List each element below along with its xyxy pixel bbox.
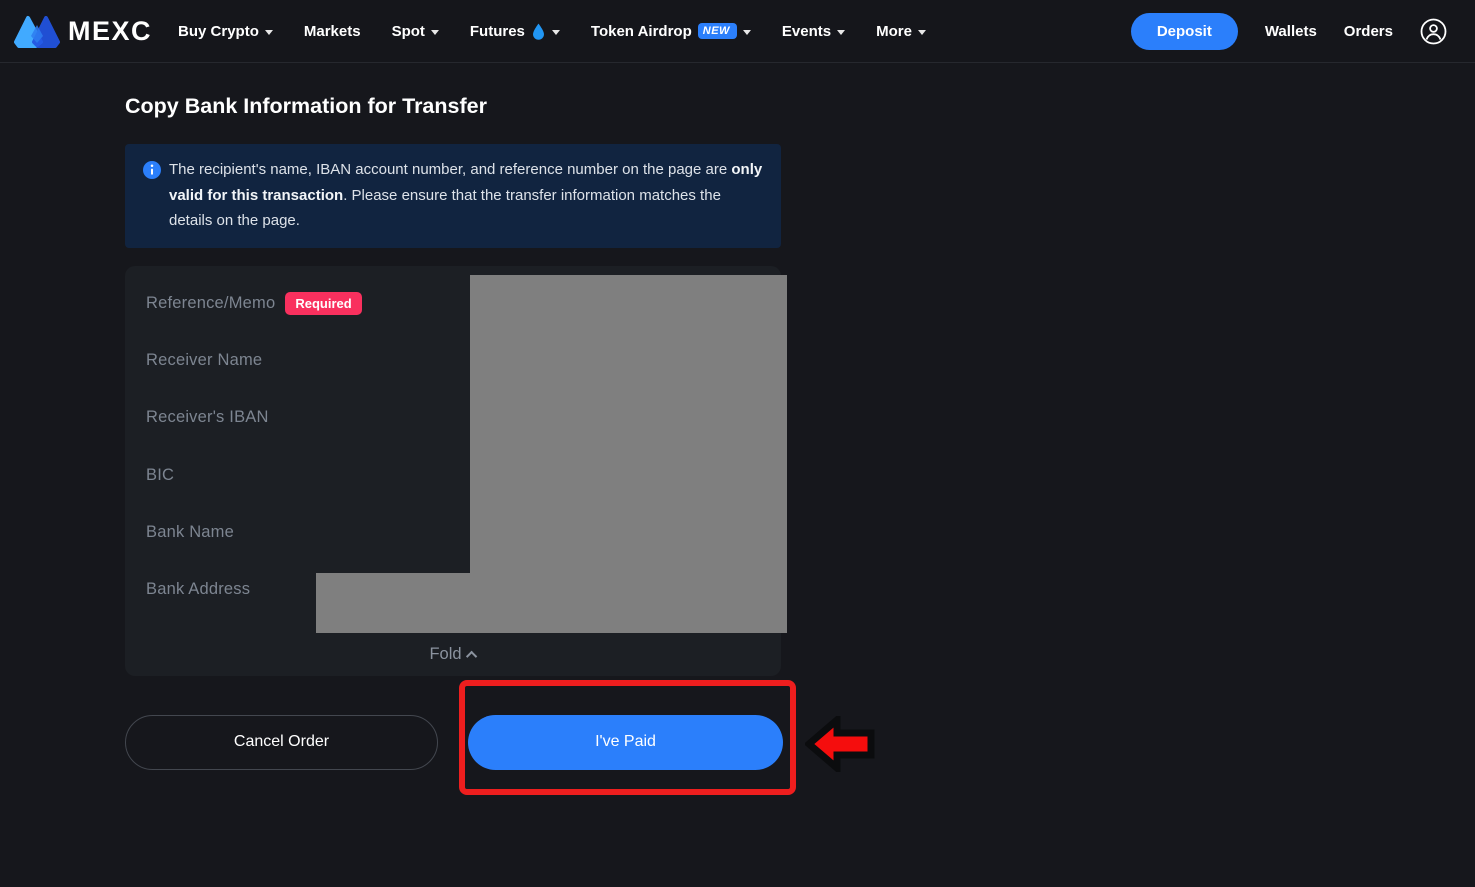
main-content: Copy Bank Information for Transfer The r… [0, 94, 906, 820]
chevron-down-icon [918, 30, 926, 35]
nav-buy-crypto-label: Buy Crypto [178, 23, 259, 40]
nav-markets[interactable]: Markets [304, 23, 361, 40]
deposit-button[interactable]: Deposit [1131, 13, 1238, 50]
info-icon [143, 161, 161, 234]
nav-markets-label: Markets [304, 23, 361, 40]
nav-futures-label: Futures [470, 23, 525, 40]
page-title: Copy Bank Information for Transfer [125, 94, 906, 119]
bank-info-card: Reference/Memo Required Receiver Name Re… [125, 266, 781, 676]
receiver-name-label: Receiver Name [146, 351, 262, 370]
top-navigation: MEXC Buy Crypto Markets Spot Futures Tok… [0, 0, 1475, 63]
nav-more[interactable]: More [876, 23, 926, 40]
redaction-overlay-main [470, 275, 787, 633]
nav-right-cluster: Deposit Wallets Orders [1131, 13, 1447, 50]
nav-events-label: Events [782, 23, 831, 40]
nav-events[interactable]: Events [782, 23, 845, 40]
chevron-down-icon [265, 30, 273, 35]
nav-wallets[interactable]: Wallets [1265, 23, 1317, 40]
chevron-up-icon [465, 650, 476, 661]
fold-toggle[interactable]: Fold [125, 645, 781, 664]
nav-buy-crypto[interactable]: Buy Crypto [178, 23, 273, 40]
profile-icon[interactable] [1420, 18, 1447, 45]
nav-futures[interactable]: Futures [470, 23, 560, 40]
droplet-icon [531, 23, 546, 40]
mexc-logo[interactable]: MEXC [14, 13, 152, 50]
main-menu: Buy Crypto Markets Spot Futures Token Ai… [178, 23, 926, 40]
mexc-wordmark: MEXC [68, 16, 152, 47]
info-banner-text: The recipient's name, IBAN account numbe… [169, 157, 763, 234]
nav-more-label: More [876, 23, 912, 40]
chevron-down-icon [431, 30, 439, 35]
new-badge: NEW [698, 23, 737, 39]
bank-name-label: Bank Name [146, 523, 234, 542]
nav-spot[interactable]: Spot [392, 23, 439, 40]
mexc-mountains-icon [14, 13, 60, 50]
ive-paid-button[interactable]: I've Paid [468, 715, 783, 770]
info-banner: The recipient's name, IBAN account numbe… [125, 144, 781, 248]
nav-token-airdrop-label: Token Airdrop [591, 23, 692, 40]
chevron-down-icon [743, 30, 751, 35]
cancel-order-button[interactable]: Cancel Order [125, 715, 438, 770]
chevron-down-icon [837, 30, 845, 35]
receiver-iban-label: Receiver's IBAN [146, 408, 269, 427]
nav-spot-label: Spot [392, 23, 425, 40]
annotation-arrow-left-icon [805, 716, 877, 777]
chevron-down-icon [552, 30, 560, 35]
nav-token-airdrop[interactable]: Token Airdrop NEW [591, 23, 751, 40]
bic-label: BIC [146, 466, 174, 485]
fold-label: Fold [429, 645, 461, 663]
redaction-overlay-extension [316, 573, 470, 633]
bank-address-label: Bank Address [146, 580, 250, 599]
reference-memo-label: Reference/Memo [146, 294, 275, 313]
nav-orders[interactable]: Orders [1344, 23, 1393, 40]
required-badge: Required [285, 292, 361, 315]
notice-part1: The recipient's name, IBAN account numbe… [169, 161, 731, 178]
action-buttons-row: Cancel Order I've Paid [125, 680, 1031, 820]
